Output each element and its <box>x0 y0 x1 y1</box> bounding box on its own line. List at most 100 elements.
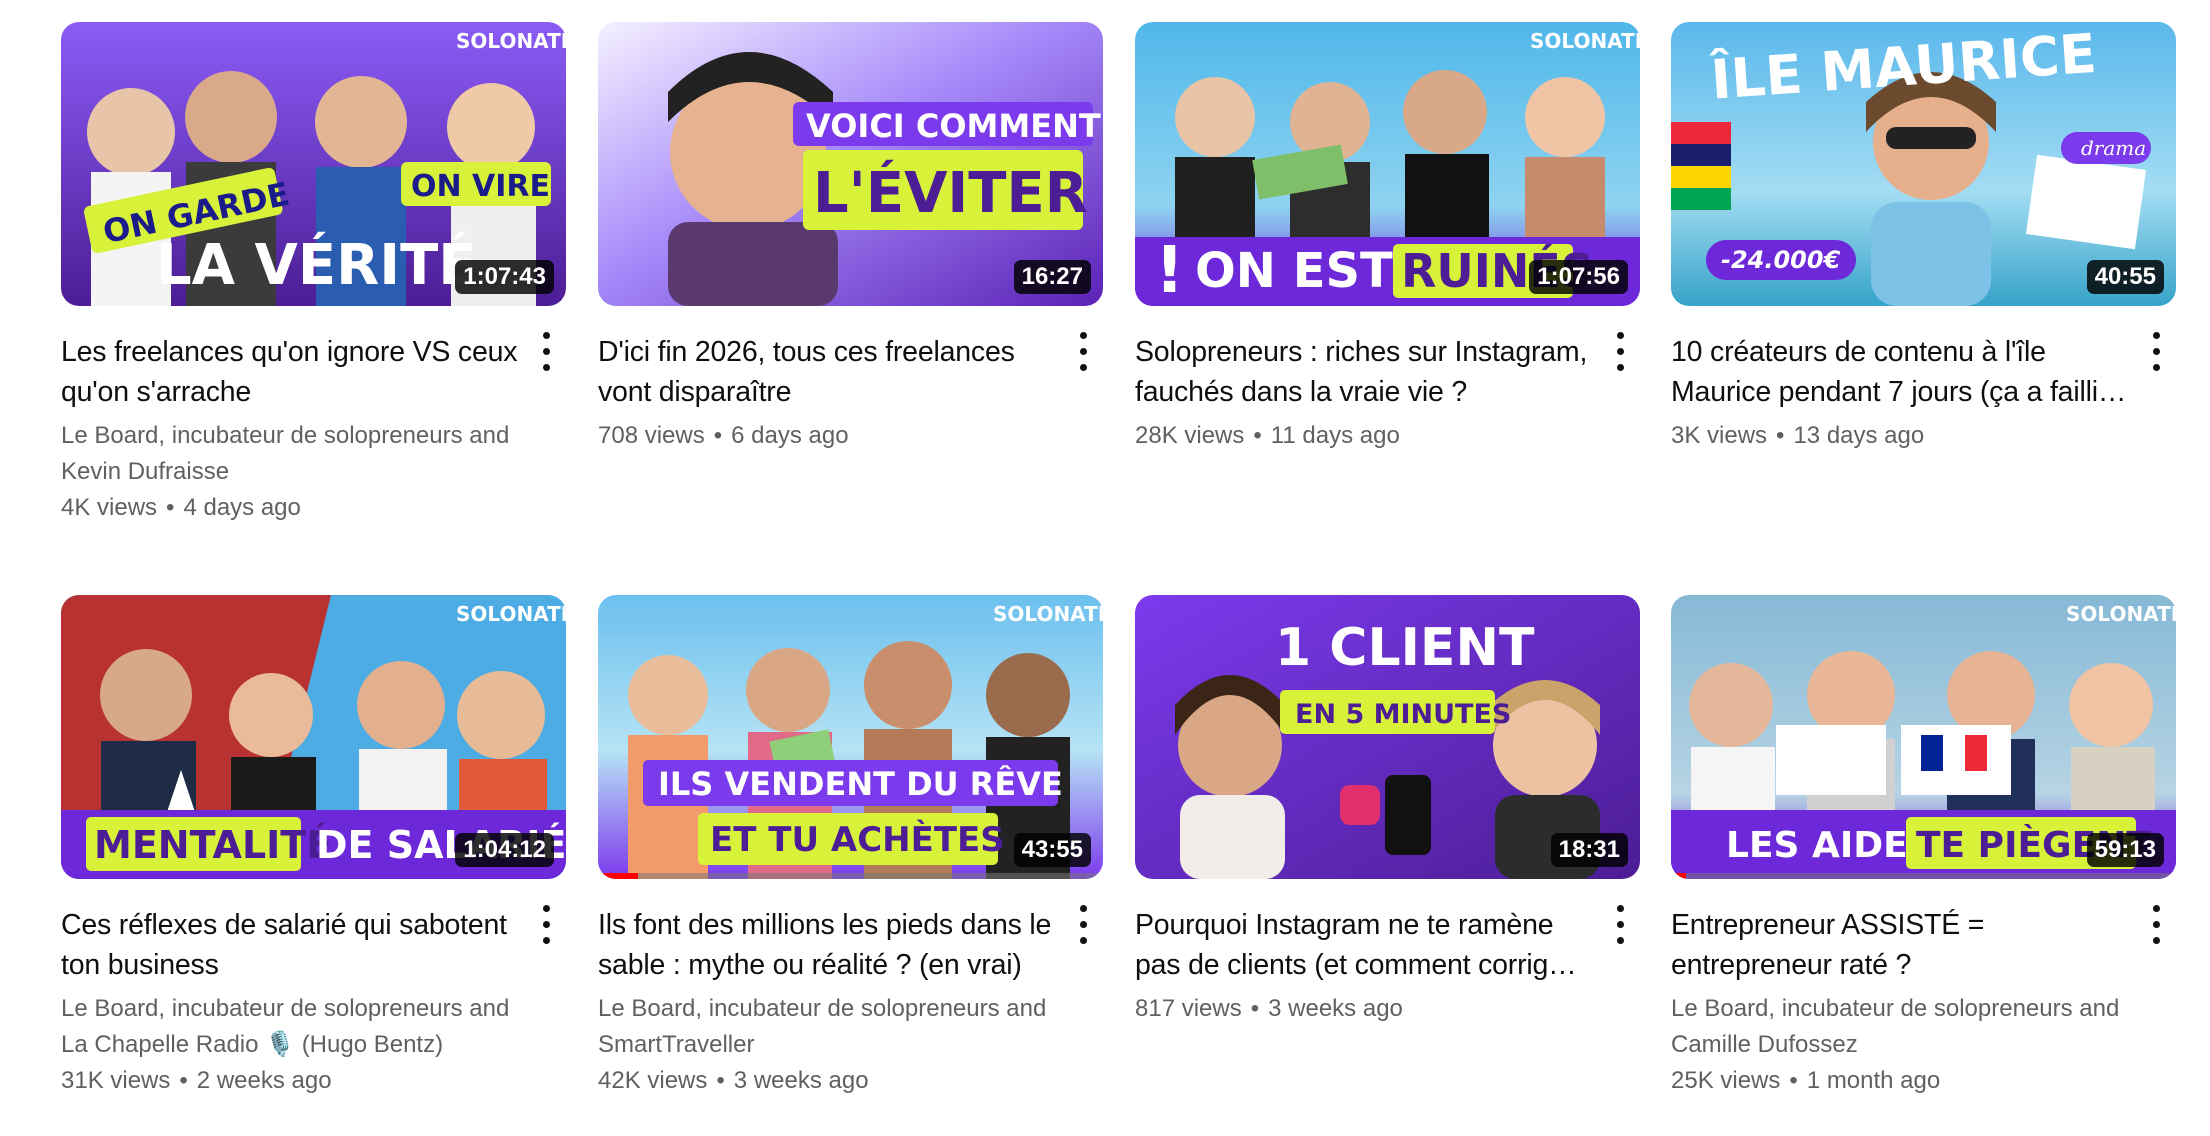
overlay-text: ILS VENDENT DU RÊVE <box>658 765 1063 803</box>
more-vert-icon[interactable] <box>1600 330 1640 374</box>
video-subtitle: Le Board, incubateur de solopreneurs and… <box>1671 991 2128 1099</box>
video-title[interactable]: D'ici fin 2026, tous ces freelances vont… <box>598 332 1055 412</box>
separator-dot: • <box>1253 422 1262 449</box>
video-thumbnail[interactable]: ILS VENDENT DU RÊVE ET TU ACHÈTES SOLONA… <box>598 595 1103 879</box>
view-count: 817 views <box>1135 995 1242 1022</box>
channel-name[interactable]: Le Board, incubateur de solopreneurs and <box>61 418 518 454</box>
video-thumbnail[interactable]: ÎLE MAURICE drama -24.000€ 40:55 <box>1671 22 2176 306</box>
separator-dot: • <box>1250 995 1260 1022</box>
more-vert-icon[interactable] <box>526 330 566 374</box>
video-title[interactable]: Pourquoi Instagram ne te ramène pas de c… <box>1135 905 1592 985</box>
video-title[interactable]: Les freelances qu'on ignore VS ceux qu'o… <box>61 332 518 412</box>
overlay-text: 1 CLIENT <box>1275 618 1535 678</box>
more-vert-icon[interactable] <box>1063 903 1103 947</box>
duration-badge: 18:31 <box>1550 833 1628 867</box>
separator-dot: • <box>716 1067 725 1094</box>
video-card: ÎLE MAURICE drama -24.000€ 40:55 10 créa… <box>1671 22 2176 454</box>
duration-badge: 1:04:12 <box>455 833 554 867</box>
video-subtitle: 3K views • 13 days ago <box>1671 418 2128 454</box>
video-thumbnail[interactable]: 1 CLIENT EN 5 MINUTES 18:31 <box>1135 595 1640 879</box>
more-vert-icon[interactable] <box>526 903 566 947</box>
channel-name-2[interactable]: Camille Dufossez <box>1671 1027 2128 1063</box>
view-count: 708 views <box>598 422 705 449</box>
channel-name[interactable]: Le Board, incubateur de solopreneurs and <box>1671 991 2128 1027</box>
watermark-text: SOLONATION <box>456 29 566 53</box>
video-subtitle: Le Board, incubateur de solopreneurs and… <box>61 991 518 1099</box>
duration-badge: 1:07:43 <box>455 260 554 294</box>
overlay-text: MENTALITÉ <box>94 823 332 867</box>
video-card: ILS VENDENT DU RÊVE ET TU ACHÈTES SOLONA… <box>598 595 1103 1099</box>
publish-age: 3 weeks ago <box>1268 995 1403 1022</box>
video-card: MENTALITÉ DE SALARIÉ SOLONATION 1:04:12 … <box>61 595 566 1099</box>
video-meta: Ces réflexes de salarié qui sabotent ton… <box>61 879 566 1099</box>
more-vert-icon[interactable] <box>1063 330 1103 374</box>
separator-dot: • <box>1776 422 1785 449</box>
overlay-text: ON VIRE <box>411 169 550 204</box>
separator-dot: • <box>166 494 175 521</box>
video-card: LES AIDES TE PIÈGENT SOLONATION 59:13 En… <box>1671 595 2176 1099</box>
video-subtitle: Le Board, incubateur de solopreneurs and… <box>598 991 1055 1099</box>
video-card: VOICI COMMENT L'ÉVITER 16:27 D'ici fin 2… <box>598 22 1103 454</box>
video-card: ! ON EST RUINÉS SOLONATION 1:07:56 Solop… <box>1135 22 1640 454</box>
video-title[interactable]: Ils font des millions les pieds dans le … <box>598 905 1055 985</box>
video-meta: Ils font des millions les pieds dans le … <box>598 879 1103 1099</box>
channel-name-2[interactable]: Kevin Dufraisse <box>61 454 518 490</box>
svg-text:!: ! <box>1155 234 1184 306</box>
video-subtitle: Le Board, incubateur de solopreneurs and… <box>61 418 518 526</box>
view-count: 42K views <box>598 1067 708 1094</box>
view-count: 31K views <box>61 1067 171 1094</box>
overlay-text: ON EST <box>1195 243 1393 299</box>
video-meta: D'ici fin 2026, tous ces freelances vont… <box>598 306 1103 454</box>
video-title[interactable]: Solopreneurs : riches sur Instagram, fau… <box>1135 332 1592 412</box>
video-grid: ON GARDE ON VIRE LA VÉRITÉ SOLONATION 1:… <box>0 0 2210 1136</box>
video-title[interactable]: Ces réflexes de salarié qui sabotent ton… <box>61 905 518 985</box>
video-thumbnail[interactable]: ON GARDE ON VIRE LA VÉRITÉ SOLONATION 1:… <box>61 22 566 306</box>
video-thumbnail[interactable]: LES AIDES TE PIÈGENT SOLONATION 59:13 <box>1671 595 2176 879</box>
duration-badge: 40:55 <box>2086 260 2164 294</box>
video-subtitle: 28K views • 11 days ago <box>1135 418 1592 454</box>
overlay-text: ET TU ACHÈTES <box>710 819 1005 860</box>
video-thumbnail[interactable]: VOICI COMMENT L'ÉVITER 16:27 <box>598 22 1103 306</box>
view-count: 4K views <box>61 494 158 521</box>
duration-badge: 43:55 <box>1013 833 1091 867</box>
publish-age: 6 days ago <box>731 422 849 449</box>
publish-age: 1 month ago <box>1806 1067 1941 1094</box>
overlay-text: VOICI COMMENT <box>806 107 1101 145</box>
video-card: 1 CLIENT EN 5 MINUTES 18:31 Pourquoi Ins… <box>1135 595 1640 1027</box>
separator-dot: • <box>713 422 723 449</box>
video-subtitle: 817 views • 3 weeks ago <box>1135 991 1592 1027</box>
video-title[interactable]: 10 créateurs de contenu à l'île Maurice … <box>1671 332 2128 412</box>
video-meta: 10 créateurs de contenu à l'île Maurice … <box>1671 306 2176 454</box>
separator-dot: • <box>179 1067 188 1094</box>
publish-age: 4 days ago <box>183 494 301 521</box>
video-card: ON GARDE ON VIRE LA VÉRITÉ SOLONATION 1:… <box>61 22 566 526</box>
channel-name-2[interactable]: La Chapelle Radio 🎙️ (Hugo Bentz) <box>61 1027 518 1063</box>
video-title[interactable]: Entrepreneur ASSISTÉ = entrepreneur raté… <box>1671 905 2128 985</box>
video-meta: Pourquoi Instagram ne te ramène pas de c… <box>1135 879 1640 1027</box>
video-subtitle: 708 views • 6 days ago <box>598 418 1055 454</box>
view-count: 28K views <box>1135 422 1245 449</box>
separator-dot: • <box>1789 1067 1798 1094</box>
publish-age: 2 weeks ago <box>196 1067 332 1094</box>
more-vert-icon[interactable] <box>2136 330 2176 374</box>
channel-name[interactable]: Le Board, incubateur de solopreneurs and <box>598 991 1055 1027</box>
channel-name-2[interactable]: SmartTraveller <box>598 1027 1055 1063</box>
video-thumbnail[interactable]: MENTALITÉ DE SALARIÉ SOLONATION 1:04:12 <box>61 595 566 879</box>
more-vert-icon[interactable] <box>2136 903 2176 947</box>
more-vert-icon[interactable] <box>1600 903 1640 947</box>
channel-name[interactable]: Le Board, incubateur de solopreneurs and <box>61 991 518 1027</box>
watermark-text: SOLONATION <box>2066 602 2176 626</box>
publish-age: 11 days ago <box>1270 422 1400 449</box>
publish-age: 13 days ago <box>1793 422 1925 449</box>
duration-badge: 59:13 <box>2086 833 2164 867</box>
watermark-text: SOLONATION <box>993 602 1103 626</box>
video-thumbnail[interactable]: ! ON EST RUINÉS SOLONATION 1:07:56 <box>1135 22 1640 306</box>
video-meta: Les freelances qu'on ignore VS ceux qu'o… <box>61 306 566 526</box>
overlay-text: L'ÉVITER <box>813 160 1088 226</box>
overlay-text: -24.000€ <box>1721 246 1841 274</box>
overlay-text: EN 5 MINUTES <box>1295 699 1511 730</box>
view-count: 3K views <box>1671 422 1768 449</box>
duration-badge: 1:07:56 <box>1529 260 1628 294</box>
publish-age: 3 weeks ago <box>733 1067 869 1094</box>
overlay-text: LA VÉRITÉ <box>156 232 477 298</box>
